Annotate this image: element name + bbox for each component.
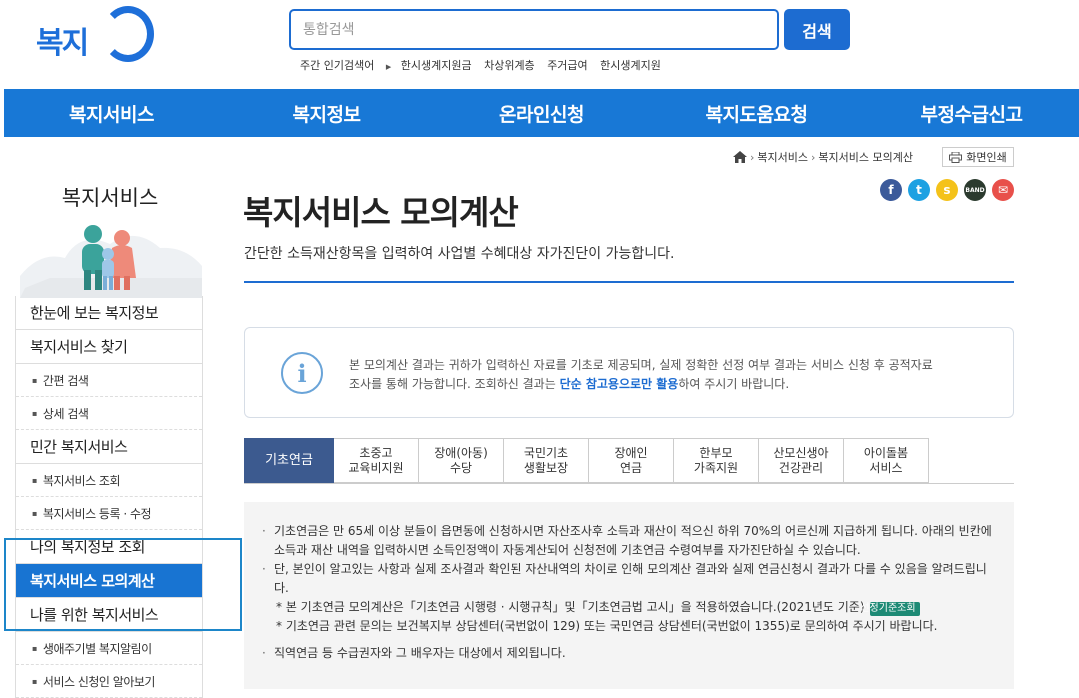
sidebar-item[interactable]: 민간 복지서비스 [16, 430, 202, 464]
notice-emphasis: 단순 참고용으로만 활용 [559, 377, 679, 391]
popular-keywords-label: 주간 인기검색어 [300, 59, 375, 72]
notice-line: 조사를 통해 가능합니다. 조회하신 결과는 단순 참고용으로만 활용하여 주시… [349, 375, 999, 394]
info-box: 기초연금은 만 65세 이상 분들이 읍면동에 신청하시면 자산조사후 소득과 … [244, 502, 1014, 689]
tab-disability-pension[interactable]: 장애인 연금 [589, 438, 674, 483]
facebook-icon[interactable]: f [880, 179, 902, 201]
print-button[interactable]: 화면인쇄 [942, 147, 1014, 167]
popular-keyword[interactable]: 한시생계지원 [600, 59, 661, 72]
breadcrumb-separator: › [750, 150, 755, 164]
nav-welfare-info[interactable]: 복지정보 [219, 89, 434, 137]
sidebar-item[interactable]: 나의 복지정보 조회 [16, 530, 202, 564]
breadcrumb: › 복지서비스 › 복지서비스 모의계산 [733, 149, 913, 165]
nav-welfare-service[interactable]: 복지서비스 [4, 89, 219, 137]
sidebar-menu: 한눈에 보는 복지정보 복지서비스 찾기 간편 검색 상세 검색 민간 복지서비… [15, 296, 203, 698]
notice-text-prefix: 조사를 통해 가능합니다. 조회하신 결과는 [349, 377, 560, 391]
tab-childcare-service[interactable]: 아이돌봄 서비스 [844, 438, 929, 483]
search-input[interactable] [291, 11, 777, 48]
notice-text: 본 모의계산 결과는 귀하가 입력하신 자료를 기초로 제공되며, 실제 정확한… [349, 356, 999, 394]
triangle-right-icon: ▶ [385, 63, 392, 71]
criteria-lookup-button[interactable]: 선정기준조회 [860, 602, 920, 616]
notice-line: 본 모의계산 결과는 귀하가 입력하신 자료를 기초로 제공되며, 실제 정확한… [349, 358, 933, 372]
info-paragraph: 직역연금 등 수급권자와 그 배우자는 대상에서 제외됩니다. [262, 644, 996, 663]
band-icon[interactable]: BAND [964, 179, 986, 201]
home-icon[interactable] [733, 151, 747, 163]
twitter-icon[interactable]: t [908, 179, 930, 201]
tab-disabled-child-allowance[interactable]: 장애(아동) 수당 [419, 438, 504, 483]
page-title: 복지서비스 모의계산 [243, 193, 519, 232]
logo-text: 복지 [36, 26, 89, 61]
popular-keyword[interactable]: 주거급여 [547, 59, 587, 72]
info-icon: i [281, 352, 323, 394]
popular-keyword[interactable]: 한시생계지원금 [401, 59, 472, 72]
sidebar-subitem[interactable]: 상세 검색 [16, 397, 202, 430]
notice-text-suffix: 하여 주시기 바랍니다. [678, 377, 790, 391]
sidebar-item-active[interactable]: 복지서비스 모의계산 [16, 564, 202, 598]
tab-basic-livelihood[interactable]: 국민기초 생활보장 [504, 438, 589, 483]
email-icon[interactable]: ✉ [992, 179, 1014, 201]
kakaostory-icon[interactable]: s [936, 179, 958, 201]
info-paragraph: 기초연금은 만 65세 이상 분들이 읍면동에 신청하시면 자산조사후 소득과 … [262, 522, 996, 560]
sidebar-subitem[interactable]: 복지서비스 등록 · 수정 [16, 497, 202, 530]
popular-keyword[interactable]: 차상위계층 [484, 59, 535, 72]
popular-keywords: 주간 인기검색어 ▶ 한시생계지원금 차상위계층 주거급여 한시생계지원 [300, 57, 670, 73]
breadcrumb-current: 복지서비스 모의계산 [818, 151, 913, 164]
service-tabs: 기초연금 초중고 교육비지원 장애(아동) 수당 국민기초 생활보장 장애인 연… [244, 438, 1014, 484]
nav-fraud-report[interactable]: 부정수급신고 [864, 89, 1079, 137]
nav-online-apply[interactable]: 온라인신청 [434, 89, 649, 137]
search-button[interactable]: 검색 [784, 9, 850, 50]
breadcrumb-separator: › [811, 150, 816, 164]
sidebar-item[interactable]: 나를 위한 복지서비스 [16, 598, 202, 632]
tab-maternal-newborn[interactable]: 산모신생아 건강관리 [759, 438, 844, 483]
sidebar-subitem[interactable]: 복지서비스 조회 [16, 464, 202, 497]
share-buttons: f t s BAND ✉ [880, 179, 1014, 201]
printer-icon [949, 151, 963, 163]
nav-help-request[interactable]: 복지도움요청 [649, 89, 864, 137]
page-description: 간단한 소득재산항목을 입력하여 사업별 수혜대상 자가진단이 가능합니다. [244, 246, 675, 262]
breadcrumb-item[interactable]: 복지서비스 [757, 149, 808, 165]
tab-single-parent[interactable]: 한부모 가족지원 [674, 438, 759, 483]
info-note: * 기초연금 관련 문의는 보건복지부 상담센터(국번없이 129) 또는 국민… [276, 619, 938, 633]
info-paragraph: 단, 본인이 알고있는 사항과 실제 조사결과 확인된 자산내역의 차이로 인해… [262, 560, 996, 598]
info-note-text: * 본 기초연금 모의계산은「기초연금 시행령 · 시행규칙」및「기초연금법 고… [276, 600, 865, 614]
search-box [289, 9, 779, 50]
tab-school-expenses[interactable]: 초중고 교육비지원 [334, 438, 419, 483]
sidebar-item[interactable]: 한눈에 보는 복지정보 [16, 296, 202, 330]
sidebar-item[interactable]: 복지서비스 찾기 [16, 330, 202, 364]
info-note: * 본 기초연금 모의계산은「기초연금 시행령 · 시행규칙」및「기초연금법 고… [262, 598, 996, 617]
family-illustration [20, 225, 202, 298]
notice-box: i 본 모의계산 결과는 귀하가 입력하신 자료를 기초로 제공되며, 실제 정… [244, 327, 1014, 418]
sidebar-subitem[interactable]: 간편 검색 [16, 364, 202, 397]
tab-basic-pension[interactable]: 기초연금 [244, 438, 334, 483]
print-label: 화면인쇄 [966, 151, 1007, 164]
sidebar-subitem[interactable]: 서비스 신청인 알아보기 [16, 665, 202, 698]
sidebar-subitem[interactable]: 생애주기별 복지알림이 [16, 632, 202, 665]
title-divider [244, 281, 1014, 283]
site-logo[interactable]: 복지 [36, 4, 156, 64]
main-nav: 복지서비스 복지정보 온라인신청 복지도움요청 부정수급신고 [4, 89, 1079, 137]
logo-ring-icon [102, 6, 154, 62]
